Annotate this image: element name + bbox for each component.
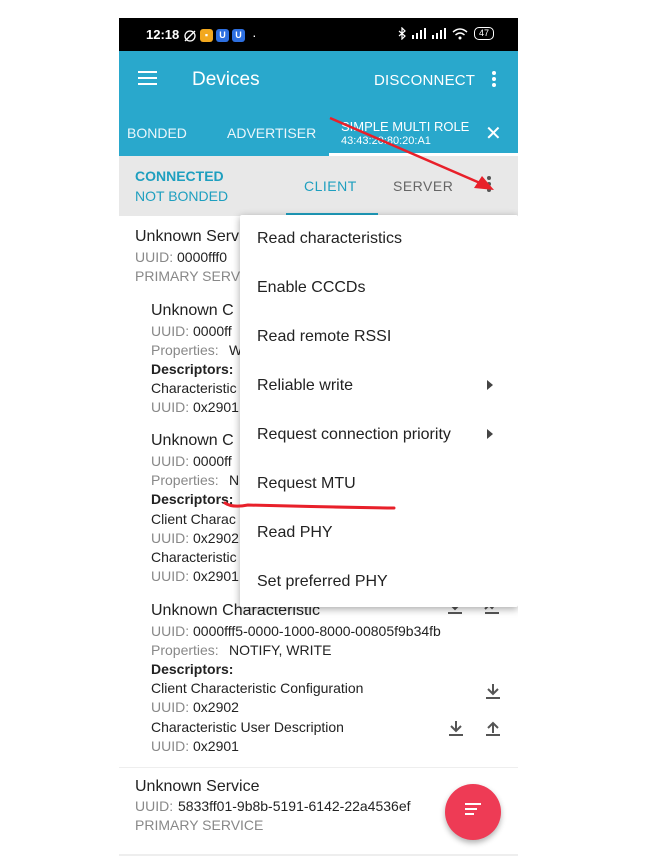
descriptor-name: Client Charac (151, 511, 236, 527)
signal-icon (411, 28, 426, 39)
descriptor-uuid-label: UUID: (151, 399, 190, 415)
char-uuid: 0000ff (193, 323, 232, 339)
service-type: PRIMARY SERVICE (135, 817, 264, 833)
service-title: Unknown Service (135, 778, 260, 795)
descriptor-name: Client Characteristic Configuration (151, 680, 364, 696)
read-descriptor-icon[interactable] (447, 719, 465, 737)
connection-state: CONNECTED (135, 168, 224, 184)
characteristic-title: Unknown C (151, 432, 234, 449)
status-bar: 12:18 ▪ U U · 47 (119, 18, 518, 51)
service-type: PRIMARY SERV (135, 268, 241, 284)
char-uuid: 0000fff5-0000-1000-8000-00805f9b34fb (193, 623, 441, 639)
log-fab-button[interactable] (445, 784, 501, 840)
char-properties-label: Properties: (151, 342, 219, 358)
char-properties-label: Properties: (151, 472, 219, 488)
menu-item-read-phy[interactable]: Read PHY (240, 509, 518, 558)
tab-bonded[interactable]: BONDED (127, 125, 187, 141)
menu-item-label: Read characteristics (257, 230, 402, 247)
connection-bar: CONNECTED NOT BONDED CLIENT SERVER (119, 156, 518, 216)
submenu-arrow-icon (487, 380, 493, 390)
service-uuid-label: UUID: (135, 249, 174, 265)
tab-advertiser[interactable]: ADVERTISER (227, 125, 316, 141)
descriptor-name: Characteristic User Description (151, 719, 344, 735)
service-card[interactable] (119, 856, 518, 867)
app-bar: Devices DISCONNECT (119, 51, 518, 107)
descriptor-name: Characteristic (151, 549, 237, 565)
char-uuid: 0000ff (193, 453, 232, 469)
char-properties: N (229, 472, 240, 488)
char-uuid-label: UUID: (151, 323, 190, 339)
notification-icons: ▪ U U · (183, 27, 257, 43)
descriptor-uuid: 0x2901 (193, 568, 239, 584)
char-uuid-label: UUID: (151, 453, 190, 469)
menu-item-read-remote-rssi[interactable]: Read remote RSSI (240, 313, 518, 362)
char-properties: NOTIFY, WRITE (229, 642, 332, 658)
char-properties-label: Properties: (151, 642, 219, 658)
more-notifications-dot-icon: · (252, 27, 257, 43)
menu-item-label: Request MTU (257, 475, 356, 492)
menu-item-request-connection-priority[interactable]: Request connection priority (240, 411, 518, 460)
alarm-off-icon (184, 29, 196, 42)
descriptor-name: Characteristic (151, 380, 237, 396)
options-menu: Read characteristics Enable CCCDs Read r… (240, 215, 518, 607)
wifi-icon (452, 27, 468, 39)
bluetooth-icon (398, 27, 406, 40)
battery-indicator: 47 (473, 27, 494, 40)
menu-item-label: Read remote RSSI (257, 328, 392, 345)
shield-app-icon-2: U (232, 28, 245, 42)
descriptors-heading: Descriptors: (151, 361, 234, 377)
service-title: Unknown Serv (135, 228, 240, 245)
tab-device-name: SIMPLE MULTI ROLE (341, 119, 470, 134)
signal-2-icon (431, 28, 446, 39)
menu-item-label: Request connection priority (257, 426, 451, 443)
subtab-client[interactable]: CLIENT (304, 178, 357, 194)
submenu-arrow-icon (487, 429, 493, 439)
menu-item-set-preferred-phy[interactable]: Set preferred PHY (240, 558, 518, 607)
menu-item-label: Read PHY (257, 524, 333, 541)
shield-app-icon: U (216, 28, 229, 42)
service-uuid: 5833ff01-9b8b-5191-6142-22a4536ef (178, 798, 411, 814)
phone-screen: 12:18 ▪ U U · 47 Devices DISCONNECT BOND… (119, 18, 518, 867)
tab-device-address: 43:43:20:80:20:A1 (341, 135, 431, 147)
overflow-menu-icon[interactable] (492, 71, 496, 89)
page-title: Devices (192, 69, 260, 90)
disconnect-button[interactable]: DISCONNECT (374, 72, 475, 89)
menu-item-label: Reliable write (257, 377, 354, 394)
tab-simple-multi-role[interactable]: SIMPLE MULTI ROLE 43:43:20:80:20:A1 ✕ (329, 107, 518, 156)
menu-item-request-mtu[interactable]: Request MTU (240, 460, 518, 509)
status-time: 12:18 (146, 27, 180, 42)
descriptor-uuid: 0x2902 (193, 699, 239, 715)
char-uuid-label: UUID: (151, 623, 190, 639)
descriptor-uuid-label: UUID: (151, 568, 190, 584)
bond-state: NOT BONDED (135, 188, 229, 204)
descriptors-heading: Descriptors: (151, 491, 234, 507)
descriptor-uuid: 0x2901 (193, 399, 239, 415)
close-tab-icon[interactable]: ✕ (485, 121, 502, 146)
device-tabs: BONDED ADVERTISER SIMPLE MULTI ROLE 43:4… (119, 107, 518, 156)
menu-item-enable-cccds[interactable]: Enable CCCDs (240, 264, 518, 313)
more-options-icon[interactable] (487, 176, 491, 194)
descriptor-uuid: 0x2901 (193, 738, 239, 754)
descriptor-uuid: 0x2902 (193, 530, 239, 546)
descriptor-uuid-label: UUID: (151, 530, 190, 546)
menu-item-read-characteristics[interactable]: Read characteristics (240, 215, 518, 264)
app-notification-icon: ▪ (200, 28, 213, 42)
service-uuid: 0000fff0 (177, 249, 228, 265)
characteristic-title: Unknown C (151, 302, 234, 319)
menu-item-reliable-write[interactable]: Reliable write (240, 362, 518, 411)
log-list-icon (465, 803, 481, 818)
system-icons: 47 (398, 27, 494, 40)
menu-item-label: Enable CCCDs (257, 279, 366, 296)
read-descriptor-icon[interactable] (484, 682, 502, 700)
descriptor-uuid-label: UUID: (151, 699, 190, 715)
menu-item-label: Set preferred PHY (257, 573, 388, 590)
descriptors-heading: Descriptors: (151, 661, 234, 677)
hamburger-menu-icon[interactable] (138, 71, 157, 85)
descriptor-uuid-label: UUID: (151, 738, 190, 754)
service-uuid-label: UUID: (135, 798, 174, 814)
write-descriptor-icon[interactable] (484, 719, 502, 737)
subtab-server[interactable]: SERVER (393, 178, 453, 194)
